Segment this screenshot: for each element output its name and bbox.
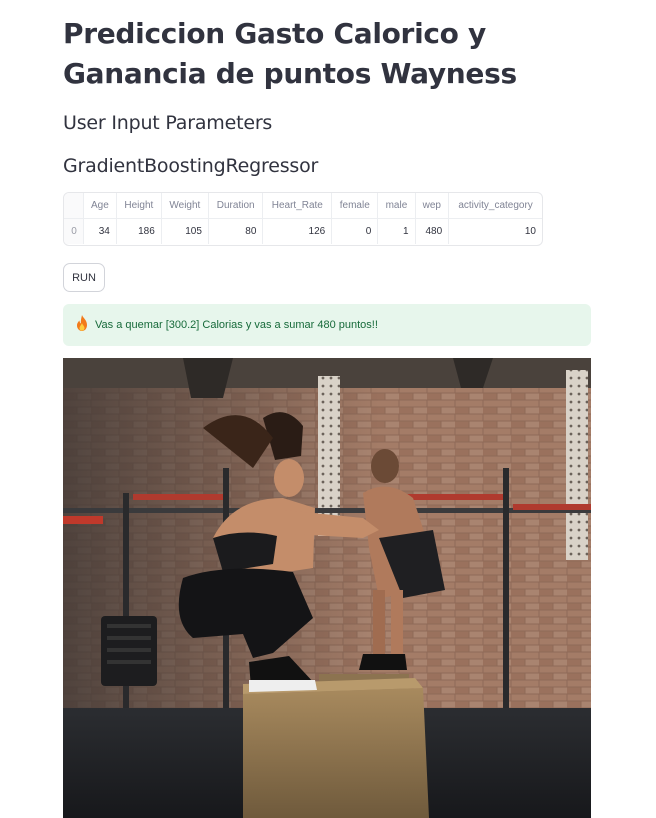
table-row: 0 34 186 105 80 126 0 1 480 10 [64, 218, 542, 245]
table-header-duration[interactable]: Duration [208, 193, 264, 219]
table-cell-age[interactable]: 34 [83, 218, 117, 244]
table-cell-index: 0 [64, 218, 84, 244]
table-header-weight[interactable]: Weight [161, 193, 209, 219]
table-header-index [64, 193, 84, 219]
run-button[interactable]: RUN [63, 263, 105, 292]
table-header-wep[interactable]: wep [415, 193, 450, 219]
table-header-male[interactable]: male [377, 193, 416, 219]
workout-photo [63, 358, 591, 818]
subheader-model: GradientBoostingRegressor [63, 155, 319, 177]
table-cell-wep[interactable]: 480 [415, 218, 450, 244]
table-header-row: Age Height Weight Duration Heart_Rate fe… [64, 193, 542, 219]
table-header-age[interactable]: Age [83, 193, 117, 219]
table-header-heart-rate[interactable]: Heart_Rate [262, 193, 333, 219]
table-cell-weight[interactable]: 105 [161, 218, 209, 244]
table-cell-height[interactable]: 186 [116, 218, 162, 244]
subheader-user-input: User Input Parameters [63, 112, 273, 134]
page-title: Prediccion Gasto Calorico y Ganancia de … [63, 17, 517, 90]
success-alert-text: Vas a quemar [300.2] Calorias y vas a su… [95, 319, 378, 331]
table-header-activity-category[interactable]: activity_category [448, 193, 542, 219]
table-header-female[interactable]: female [331, 193, 379, 219]
fire-icon [75, 315, 89, 335]
table-cell-female[interactable]: 0 [331, 218, 379, 244]
table-cell-duration[interactable]: 80 [208, 218, 264, 244]
table-cell-heart-rate[interactable]: 126 [262, 218, 333, 244]
table-header-height[interactable]: Height [116, 193, 162, 219]
success-alert: Vas a quemar [300.2] Calorias y vas a su… [63, 304, 591, 346]
table-cell-male[interactable]: 1 [377, 218, 416, 244]
parameters-table[interactable]: Age Height Weight Duration Heart_Rate fe… [63, 192, 543, 246]
table-cell-activity-category[interactable]: 10 [449, 219, 542, 245]
